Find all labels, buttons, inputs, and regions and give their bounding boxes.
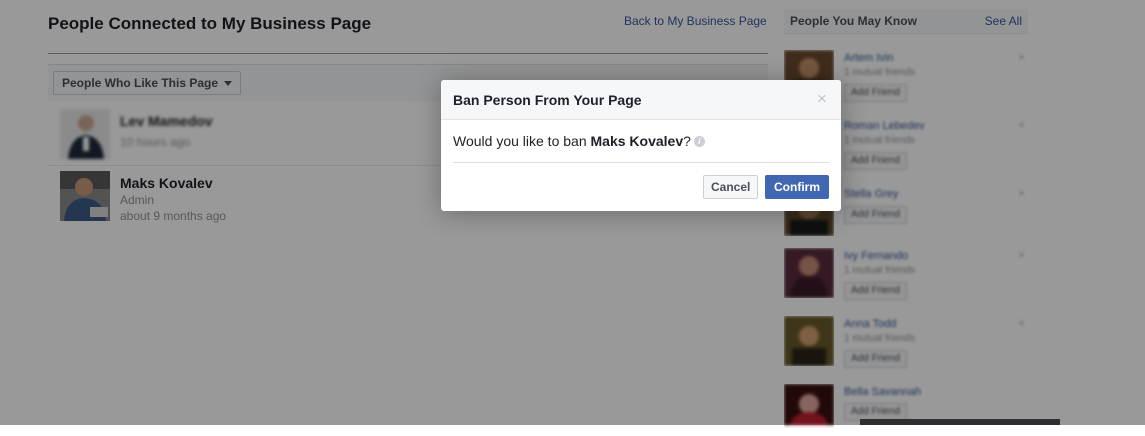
- dialog-title: Ban Person From Your Page: [453, 92, 642, 108]
- message-text: Would you like to ban: [453, 133, 591, 149]
- confirm-button[interactable]: Confirm: [765, 175, 829, 199]
- cancel-button[interactable]: Cancel: [703, 175, 759, 199]
- info-icon[interactable]: i: [693, 136, 705, 147]
- dialog-divider: [453, 162, 829, 163]
- dialog-header: Ban Person From Your Page ×: [441, 80, 841, 120]
- dialog-message: Would you like to ban Maks Kovalev? i: [453, 133, 705, 149]
- message-end: ?: [683, 133, 691, 149]
- banned-person-name: Maks Kovalev: [590, 133, 684, 149]
- modal-overlay[interactable]: [0, 0, 1145, 425]
- ban-person-dialog: Ban Person From Your Page × Would you li…: [441, 80, 841, 211]
- close-icon[interactable]: ×: [817, 90, 827, 108]
